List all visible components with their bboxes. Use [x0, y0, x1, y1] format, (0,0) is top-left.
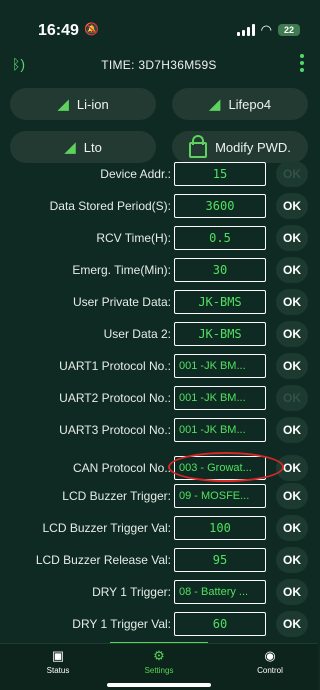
setting-label: LCD Buzzer Release Val:	[35, 553, 171, 567]
ok-button[interactable]: OK	[276, 417, 308, 443]
protocol-select[interactable]: 001 -JK BM...	[174, 354, 266, 378]
leaf-icon: ◢	[57, 96, 69, 113]
setting-row-lcd-buzzer-trigger-val: LCD Buzzer Trigger Val: 100 OK	[0, 512, 318, 544]
silent-bell-icon: 🔕	[84, 22, 99, 36]
ok-button[interactable]: OK	[276, 455, 308, 481]
leaf-icon: ◢	[208, 96, 221, 113]
setting-value-input[interactable]: JK-BMS	[174, 322, 266, 346]
setting-label: LCD Buzzer Trigger Val:	[42, 521, 172, 535]
setting-value-input[interactable]: 3600	[174, 194, 266, 218]
setting-label: CAN Protocol No.:	[72, 461, 171, 475]
setting-row-data-stored-period: Data Stored Period(S): 3600 OK	[0, 190, 318, 222]
ok-button[interactable]: OK	[276, 515, 308, 541]
setting-row-rcv-time: RCV Time(H): 0.5 OK	[0, 222, 318, 254]
setting-label: UART2 Protocol No.:	[59, 391, 171, 405]
protocol-select[interactable]: 003 - Growat...	[174, 456, 266, 480]
setting-row-dry1-trigger-val: DRY 1 Trigger Val: 60 OK	[0, 608, 318, 640]
setting-row-user-data-2: User Data 2: JK-BMS OK	[0, 318, 318, 350]
ok-button[interactable]: OK	[276, 579, 308, 605]
ok-button[interactable]: OK	[276, 353, 308, 379]
trigger-select[interactable]: 09 - MOSFE...	[174, 484, 266, 508]
leaf-icon: ◢	[64, 139, 76, 156]
modify-password-label: Modify PWD.	[215, 139, 291, 155]
setting-row-lcd-buzzer-release-val: LCD Buzzer Release Val: 95 OK	[0, 544, 318, 576]
setting-label: User Data 2:	[103, 327, 171, 341]
tab-control-label: Control	[257, 666, 283, 675]
ok-button[interactable]: OK	[276, 385, 308, 411]
runtime-title: TIME: 3D7H36M59S	[101, 58, 217, 72]
toggle-icon: ◉	[264, 648, 276, 663]
home-indicator	[107, 683, 211, 687]
tab-control[interactable]: ◉ Control	[230, 648, 310, 675]
setting-label: RCV Time(H):	[96, 231, 171, 245]
setting-label: DRY 1 Trigger Val:	[72, 617, 171, 631]
setting-value-input[interactable]: JK-BMS	[174, 290, 266, 314]
ok-button[interactable]: OK	[276, 161, 308, 187]
ok-button[interactable]: OK	[276, 547, 308, 573]
tab-status-label: Status	[46, 666, 70, 675]
ok-button[interactable]: OK	[276, 257, 308, 283]
setting-row-dry1-trigger: DRY 1 Trigger: 08 - Battery ... OK	[0, 576, 318, 608]
lto-label: Lto	[83, 139, 102, 155]
ok-button[interactable]: OK	[276, 193, 308, 219]
cellular-signal-icon	[236, 24, 255, 36]
trigger-select[interactable]: 08 - Battery ...	[174, 580, 266, 604]
ok-button[interactable]: OK	[276, 483, 308, 509]
tab-status[interactable]: ▣ Status	[18, 648, 98, 675]
setting-row-user-private-data: User Private Data: JK-BMS OK	[0, 286, 318, 318]
clock: 16:49	[38, 22, 79, 39]
setting-label: Data Stored Period(S):	[49, 199, 171, 213]
lifepo4-label: Lifepo4	[228, 96, 272, 112]
gear-icon: ⚙	[153, 648, 165, 663]
setting-label: LCD Buzzer Trigger:	[62, 489, 171, 503]
status-icons: ◠ 22	[236, 22, 300, 38]
setting-label: User Private Data:	[72, 295, 171, 309]
setting-value-input[interactable]: 0.5	[174, 226, 266, 250]
setting-label: Device Addr.:	[100, 167, 171, 181]
battery-indicator: 22	[278, 24, 300, 36]
ok-button[interactable]: OK	[276, 611, 308, 637]
setting-value-input[interactable]: 95	[174, 548, 266, 572]
lifepo4-button[interactable]: ◢ Lifepo4	[172, 88, 308, 120]
setting-row-uart1-protocol: UART1 Protocol No.: 001 -JK BM... OK	[0, 350, 318, 382]
setting-value-input[interactable]: 30	[174, 258, 266, 282]
more-menu-icon[interactable]	[300, 54, 304, 72]
protocol-select[interactable]: 001 -JK BM...	[174, 386, 266, 410]
li-ion-button[interactable]: ◢ Li-ion	[10, 88, 156, 120]
monitor-icon: ▣	[51, 648, 65, 663]
lock-icon	[189, 135, 208, 158]
li-ion-label: Li-ion	[76, 96, 109, 112]
setting-row-emerg-time: Emerg. Time(Min): 30 OK	[0, 254, 318, 286]
setting-label: Emerg. Time(Min):	[72, 263, 171, 277]
setting-value-input[interactable]: 15	[174, 162, 266, 186]
ok-button[interactable]: OK	[276, 225, 308, 251]
protocol-select[interactable]: 001 -JK BM...	[174, 418, 266, 442]
ok-button[interactable]: OK	[276, 321, 308, 347]
setting-value-input[interactable]: 100	[174, 516, 266, 540]
tab-settings-label: Settings	[144, 666, 174, 675]
setting-label: UART3 Protocol No.:	[59, 423, 171, 437]
app-header: ᛒ) TIME: 3D7H36M59S	[0, 52, 318, 82]
setting-row-lcd-buzzer-trigger: LCD Buzzer Trigger: 09 - MOSFE... OK	[0, 480, 318, 512]
tab-settings[interactable]: ⚙ Settings	[119, 648, 199, 675]
wifi-icon: ◠	[260, 22, 272, 37]
setting-row-uart3-protocol: UART3 Protocol No.: 001 -JK BM... OK	[0, 414, 318, 446]
status-bar: 16:49 🔕 ◠ 22	[0, 0, 318, 40]
setting-label: DRY 1 Trigger:	[92, 585, 171, 599]
ok-button[interactable]: OK	[276, 289, 308, 315]
setting-label: UART1 Protocol No.:	[59, 359, 171, 373]
setting-row-device-addr: Device Addr.: 15 OK	[0, 158, 318, 190]
setting-value-input[interactable]: 60	[174, 612, 266, 636]
setting-row-uart2-protocol: UART2 Protocol No.: 001 -JK BM... OK	[0, 382, 318, 414]
